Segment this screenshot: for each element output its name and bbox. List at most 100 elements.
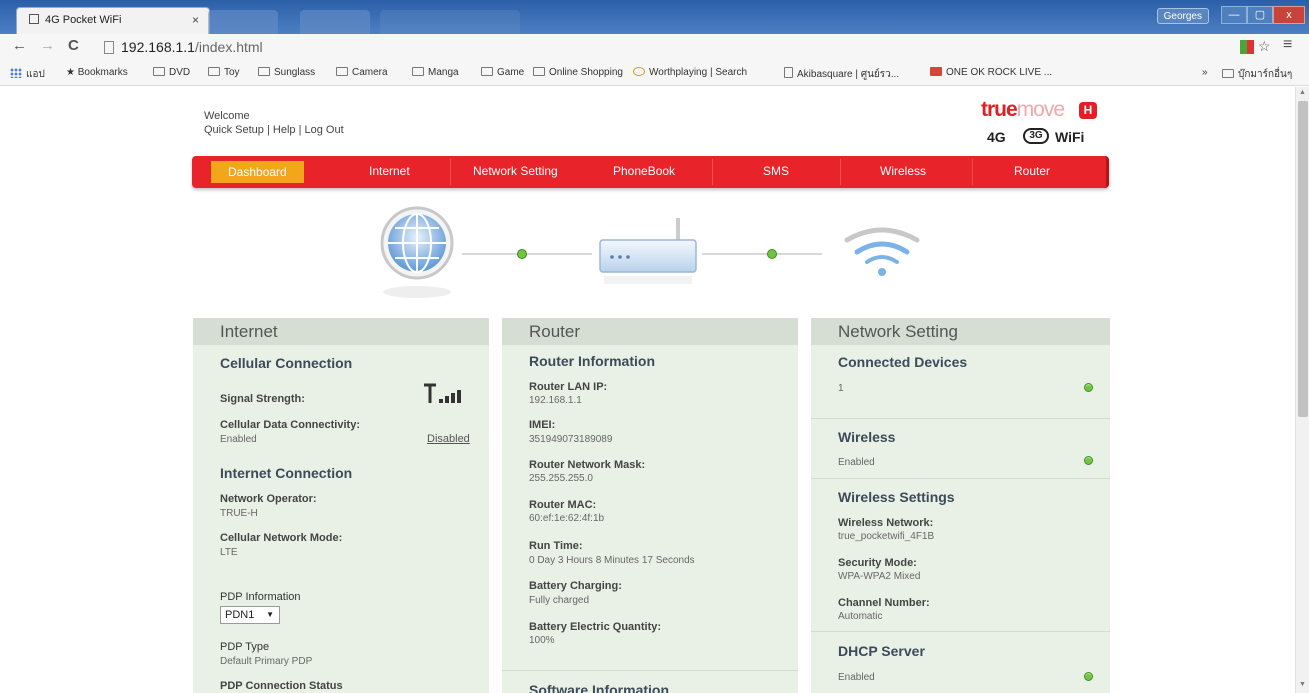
help-link[interactable]: Help [273,124,296,136]
browser-tab[interactable]: 4G Pocket WiFi × [16,7,210,34]
nav-separator [712,159,713,185]
bookmark-apps[interactable]: แอป [10,67,45,82]
bookmark-item[interactable]: ONE OK ROCK LIVE ... [930,67,1052,78]
browser-menu-icon[interactable]: ≡ [1283,36,1292,54]
close-window-button[interactable]: x [1273,6,1305,24]
section-title: Software Information [529,682,670,693]
bookmark-folder[interactable]: Sunglass [258,67,315,78]
status-dot [1084,383,1093,392]
disable-data-link[interactable]: Disabled [427,433,470,445]
nav-separator [450,159,451,185]
wifi-icon [844,227,920,276]
back-button[interactable]: ← [12,37,27,54]
bookmark-label: Camera [352,67,388,78]
field-label: PDP Type [220,641,270,653]
field-value: 100% [529,635,555,646]
profile-button[interactable]: Georges [1156,8,1209,24]
bookmark-folder[interactable]: Camera [336,67,388,78]
section-title: Wireless [838,429,896,445]
logout-link[interactable]: Log Out [305,124,344,136]
bookmark-label: ONE OK ROCK LIVE ... [946,67,1053,78]
tab-close-icon[interactable]: × [192,8,199,33]
section-divider [502,670,798,671]
scroll-up-icon[interactable]: ▲ [1299,89,1306,96]
page-icon [784,67,793,78]
bookmark-label: Sunglass [274,67,316,78]
bookmark-folder[interactable]: Online Shopping [533,67,623,78]
brand-4g: 4G [987,129,1006,145]
field-label: IMEI: [529,419,556,431]
field-label: Battery Electric Quantity: [529,621,662,633]
browser-toolbar: ← → C 192.168.1.1/index.html ☆ ≡ [0,34,1309,60]
bookmark-folder[interactable]: DVD [153,67,190,78]
section-title: Internet Connection [220,465,353,481]
field-label: Router LAN IP: [529,381,608,393]
folder-icon [412,67,424,76]
field-label: Cellular Network Mode: [220,532,343,544]
field-value: Default Primary PDP [220,656,313,667]
bookmark-label: Toy [224,67,240,78]
window-titlebar: 4G Pocket WiFi × Georges — ▢ x [0,0,1309,34]
bookmark-folder[interactable]: Toy [208,67,240,78]
other-bookmarks[interactable]: บุ๊กมาร์กอื่นๆ [1222,67,1292,82]
nav-sms[interactable]: SMS [763,164,789,178]
field-value: TRUE-H [220,508,258,519]
field-label: PDP Information [220,591,301,603]
field-label: Wireless Network: [838,517,934,529]
reload-button[interactable]: C [68,37,79,54]
field-value: WPA-WPA2 Mixed [838,571,921,582]
bookmark-folder[interactable]: Manga [412,67,459,78]
bookmark-item[interactable]: ★ Bookmarks [66,67,128,78]
bookmark-label: Bookmarks [77,67,128,78]
nav-internet[interactable]: Internet [369,164,410,178]
folder-icon [1222,69,1234,78]
quick-setup-link[interactable]: Quick Setup [204,124,264,136]
bookmark-label: Manga [428,67,459,78]
pdp-select[interactable]: PDN1 ▼ [220,606,280,624]
truemove-h-logo: truemove H 4G 3G WiFi [975,98,1105,158]
apps-icon [10,68,22,78]
background-tab[interactable] [380,10,520,34]
background-tab[interactable] [208,10,278,34]
page-scrollbar[interactable]: ▲ ▼ [1295,87,1309,693]
scroll-down-icon[interactable]: ▼ [1299,681,1306,688]
maximize-button[interactable]: ▢ [1247,6,1273,24]
forward-button[interactable]: → [40,37,55,54]
extension-icon[interactable] [1240,40,1254,54]
nav-router[interactable]: Router [1014,164,1050,178]
main-navigation: Dashboard Internet Network Setting Phone… [192,156,1109,188]
bookmark-label: Online Shopping [549,67,623,78]
background-tab[interactable] [300,10,370,34]
bookmark-label: Akibasquare | ศูนย์รว... [797,69,900,80]
bookmark-label: DVD [169,67,191,78]
bookmarks-bar: แอป ★ Bookmarks DVD Toy Sunglass Camera … [0,60,1309,86]
scroll-thumb[interactable] [1298,101,1308,417]
router-panel: Router Router Information Router LAN IP:… [502,318,798,693]
link-status-dot [517,249,527,259]
bookmark-label: Worthplaying | Search [649,67,748,78]
field-value: Fully charged [529,595,590,606]
nav-dashboard[interactable]: Dashboard [211,161,304,183]
bookmark-item[interactable]: Worthplaying | Search [633,67,747,78]
brand-h-badge: H [1079,102,1097,119]
nav-wireless[interactable]: Wireless [880,164,926,178]
field-label: Network Operator: [220,493,317,505]
folder-icon [533,67,545,76]
bookmark-label: Game [497,67,525,78]
field-value: Automatic [838,611,883,622]
bookmark-folder[interactable]: Game [481,67,524,78]
bookmark-star-icon[interactable]: ☆ [1258,38,1271,55]
bookmark-item[interactable]: Akibasquare | ศูนย์รว... [784,67,899,82]
address-bar[interactable]: 192.168.1.1/index.html [104,37,1224,57]
field-value: Enabled [838,457,875,468]
field-label: Router Network Mask: [529,459,646,471]
nav-network-setting[interactable]: Network Setting [473,164,558,178]
folder-icon [481,67,493,76]
minimize-button[interactable]: — [1221,6,1247,24]
nav-phonebook[interactable]: PhoneBook [613,164,675,178]
globe-icon [380,206,454,298]
field-label: Cellular Data Connectivity: [220,419,360,431]
nav-separator [972,159,973,185]
router-icon [599,218,697,284]
bookmarks-overflow[interactable]: » [1202,67,1208,78]
